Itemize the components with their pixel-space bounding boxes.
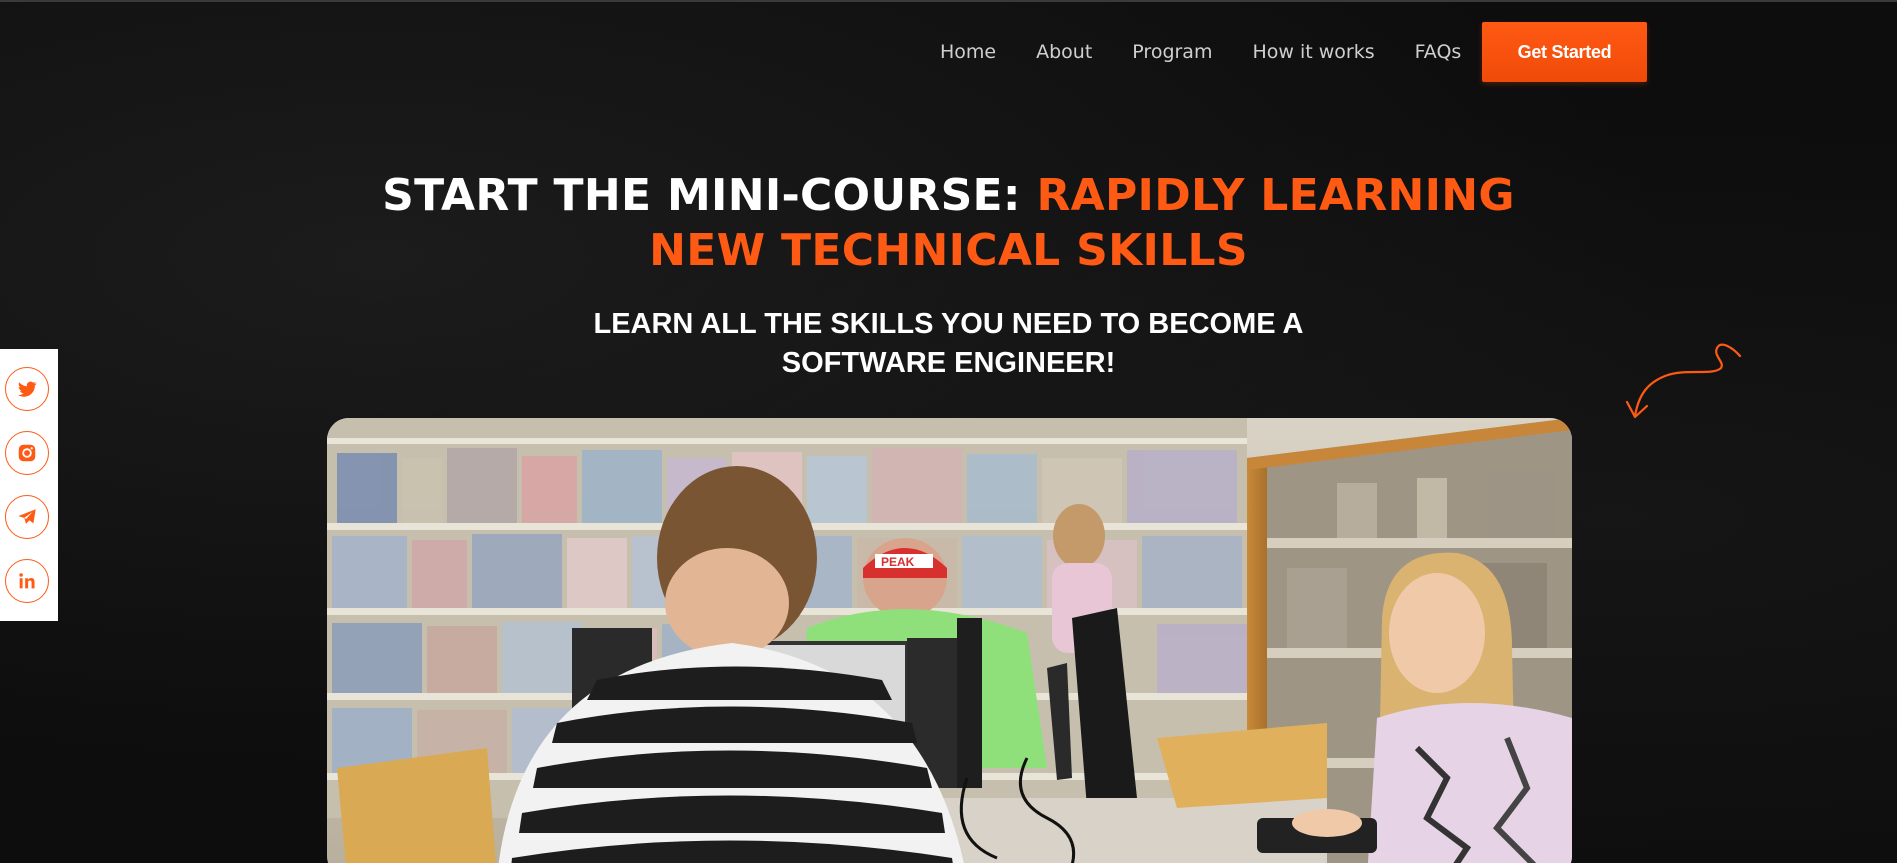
cap-logo: PEAK: [881, 555, 915, 569]
hero-subtitle: LEARN ALL THE SKILLS YOU NEED TO BECOME …: [0, 305, 1897, 383]
hero-subtitle-line-2: SOFTWARE ENGINEER!: [781, 347, 1116, 379]
nav-program[interactable]: Program: [1132, 41, 1212, 63]
linkedin-link[interactable]: [5, 559, 49, 603]
instagram-link[interactable]: [5, 431, 49, 475]
nav-home[interactable]: Home: [940, 41, 996, 63]
landing-page: Home About Program How it works FAQs Get…: [0, 0, 1897, 863]
hero-subtitle-line-1: LEARN ALL THE SKILLS YOU NEED TO BECOME …: [593, 308, 1304, 340]
linkedin-icon: [19, 573, 35, 589]
top-border: [0, 0, 1897, 2]
telegram-icon: [18, 509, 36, 524]
get-started-button[interactable]: Get Started: [1482, 22, 1647, 82]
nav-about[interactable]: About: [1036, 41, 1092, 63]
library-scene-image: PEAK: [327, 418, 1572, 863]
main-nav: Home About Program How it works FAQs: [940, 22, 1501, 82]
nav-faqs[interactable]: FAQs: [1415, 41, 1462, 63]
hero-title: START THE MINI-COURSE: RAPIDLY LEARNING …: [0, 168, 1897, 278]
nav-how-it-works[interactable]: How it works: [1252, 41, 1374, 63]
social-sidebar: [0, 349, 58, 621]
hero-title-accent-1: RAPIDLY LEARNING: [1036, 170, 1515, 221]
telegram-link[interactable]: [5, 495, 49, 539]
hero-title-accent-2: NEW TECHNICAL SKILLS: [649, 225, 1248, 276]
curly-arrow-icon: [1625, 343, 1742, 419]
twitter-link[interactable]: [5, 367, 49, 411]
hero-title-white: START THE MINI-COURSE:: [382, 170, 1037, 221]
twitter-icon: [18, 381, 37, 397]
instagram-icon: [18, 444, 36, 462]
hero-video[interactable]: PEAK: [327, 418, 1572, 863]
